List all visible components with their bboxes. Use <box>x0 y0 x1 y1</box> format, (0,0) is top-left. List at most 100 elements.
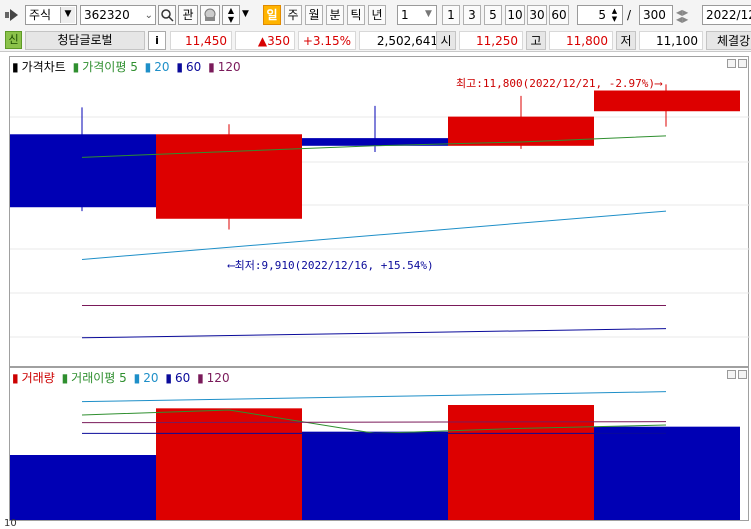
down-arrow-icon[interactable]: ▼ <box>223 15 239 24</box>
period-week[interactable]: 주 <box>284 5 302 25</box>
quick-count-1[interactable]: 1 <box>442 5 460 25</box>
period-month[interactable]: 월 <box>305 5 323 25</box>
arrow-right-icon[interactable] <box>4 8 22 22</box>
high-annotation-text: 최고:11,800(2022/12/21, -2.97%) <box>456 77 656 90</box>
change-value: ▲350 <box>257 34 290 48</box>
arrow-left-icon: ⟵ <box>228 259 235 272</box>
quick-count-3[interactable]: 3 <box>463 5 481 25</box>
quick-count-label: 5 <box>489 8 497 22</box>
open-label-text: 시 <box>440 34 452 48</box>
low-annotation: ⟵최저:9,910(2022/12/16, +15.54%) <box>228 257 434 273</box>
exec-strength-text: 체결강 <box>717 34 751 48</box>
volume-average-line <box>81 391 667 403</box>
low-price: 11,100 <box>639 31 703 50</box>
interval-value: 1 <box>401 8 409 22</box>
period-week-label: 주 <box>287 8 299 22</box>
candle-body <box>448 116 594 146</box>
close-icon[interactable] <box>738 59 747 68</box>
open-price: 11,250 <box>459 31 523 50</box>
legend-marker-icon: ▮ <box>61 371 69 385</box>
legend-marker-icon: ▮ <box>72 60 80 74</box>
period-year-label: 년 <box>371 8 383 22</box>
period-tick-label: 틱 <box>350 8 362 22</box>
quick-count-label: 3 <box>468 8 476 22</box>
exec-strength-label: 체결강 <box>706 31 751 50</box>
close-icon[interactable] <box>738 370 747 379</box>
arrow-right-icon: ⟶ <box>655 77 662 90</box>
svg-text:◀▶: ◀▶ <box>676 15 689 23</box>
legend-vma20: 20 <box>143 371 159 385</box>
interest-button[interactable]: 관 <box>178 5 198 25</box>
stock-code-input[interactable]: 362320 ⌄ <box>80 5 156 25</box>
quick-count-5[interactable]: 5 <box>484 5 502 25</box>
change-percent: +3.15% <box>298 31 356 50</box>
legend-ma60: 60 <box>186 60 202 74</box>
current-price: 11,450 <box>170 31 232 50</box>
search-icon <box>161 9 174 22</box>
price-change: ▲350 <box>235 31 295 50</box>
quick-count-60[interactable]: 60 <box>549 5 569 25</box>
legend-ma5: 가격이평 5 <box>82 60 138 74</box>
minimize-icon[interactable] <box>727 59 736 68</box>
stock-code-value: 362320 <box>84 8 130 22</box>
volume: 2,502,641 <box>359 31 443 50</box>
period-minute[interactable]: 분 <box>326 5 344 25</box>
quick-count-10[interactable]: 10 <box>505 5 525 25</box>
period-minute-label: 분 <box>329 8 341 22</box>
volume-bar <box>156 408 302 520</box>
stock-name-label: 청담글로벌 <box>57 33 113 47</box>
candle-body <box>10 134 156 208</box>
volume-legend: ▮ 거래량 ▮ 거래이평 5 ▮ 20 ▮ 60 ▮ 120 <box>12 369 233 386</box>
quote-bar: 신 청담글로벌 i 11,450 ▲350 +3.15% 2,502,641 시… <box>0 30 751 52</box>
volume-value: 2,502,641 <box>376 34 438 48</box>
search-button[interactable] <box>158 5 176 25</box>
date-input[interactable]: 2022/12/ <box>702 5 751 25</box>
candle-body <box>156 134 302 219</box>
market-select[interactable]: 주식 ▼ <box>25 5 77 25</box>
view-count-input[interactable]: 5 ▲ ▼ <box>577 5 623 25</box>
legend-marker-icon: ▮ <box>197 371 204 385</box>
legend-marker-icon: ▮ <box>12 371 19 385</box>
legend-marker-icon: ▮ <box>144 60 152 74</box>
period-year[interactable]: 년 <box>368 5 386 25</box>
low-annotation-text: 최저:9,910(2022/12/16, +15.54%) <box>234 259 434 272</box>
quick-count-label: 60 <box>551 8 567 22</box>
toolbar: 주식 ▼ 362320 ⌄ 관 ▲ ▼ ▼ 일 주 월 분 틱 년 1 ▼ 1 3… <box>0 0 751 31</box>
price-legend: ▮ 가격차트 ▮ 가격이평 5 ▮ 20 ▮ 60 ▮ 120 <box>12 58 244 75</box>
volume-chart[interactable] <box>10 368 750 520</box>
price-chart[interactable] <box>10 57 750 366</box>
print-icon <box>204 8 216 21</box>
high-price: 11,800 <box>549 31 613 50</box>
total-count-input[interactable]: 300 <box>639 5 673 25</box>
chevron-down-icon[interactable]: ⌄ <box>145 7 153 24</box>
interval-select[interactable]: 1 ▼ <box>397 5 437 25</box>
period-month-label: 월 <box>308 8 320 22</box>
volume-bar <box>10 455 156 520</box>
low-label: 저 <box>616 31 636 50</box>
info-icon: i <box>155 34 159 47</box>
minimize-icon[interactable] <box>727 370 736 379</box>
info-button[interactable]: i <box>148 31 166 50</box>
period-tick[interactable]: 틱 <box>347 5 365 25</box>
high-value: 11,800 <box>566 34 608 48</box>
period-day[interactable]: 일 <box>263 5 281 25</box>
chevron-down-icon[interactable]: ▼ <box>422 7 435 23</box>
quick-count-label: 1 <box>447 8 455 22</box>
volume-chart-panel: ▮ 거래량 ▮ 거래이평 5 ▮ 20 ▮ 60 ▮ 120 <box>9 367 749 521</box>
stepper-updown[interactable]: ▲ ▼ <box>222 5 240 25</box>
open-value: 11,250 <box>476 34 518 48</box>
total-count-value: 300 <box>643 8 666 22</box>
view-count-stepper[interactable]: ▲ ▼ <box>608 7 621 23</box>
open-label: 시 <box>436 31 456 50</box>
chevron-down-icon[interactable]: ▼ <box>60 7 75 23</box>
chevron-down-icon[interactable]: ▼ <box>242 9 249 19</box>
quick-count-30[interactable]: 30 <box>527 5 547 25</box>
new-listing-badge: 신 <box>5 31 22 49</box>
count-separator: / <box>627 8 632 22</box>
high-label: 고 <box>526 31 546 50</box>
up-arrow-icon[interactable]: ▲ <box>223 6 239 15</box>
scroll-arrows-icon[interactable]: ◀▶ ◀▶ <box>676 7 692 24</box>
axis-footer-label: 10 <box>4 518 17 529</box>
print-button[interactable] <box>200 5 220 25</box>
view-count-value: 5 <box>598 8 606 22</box>
